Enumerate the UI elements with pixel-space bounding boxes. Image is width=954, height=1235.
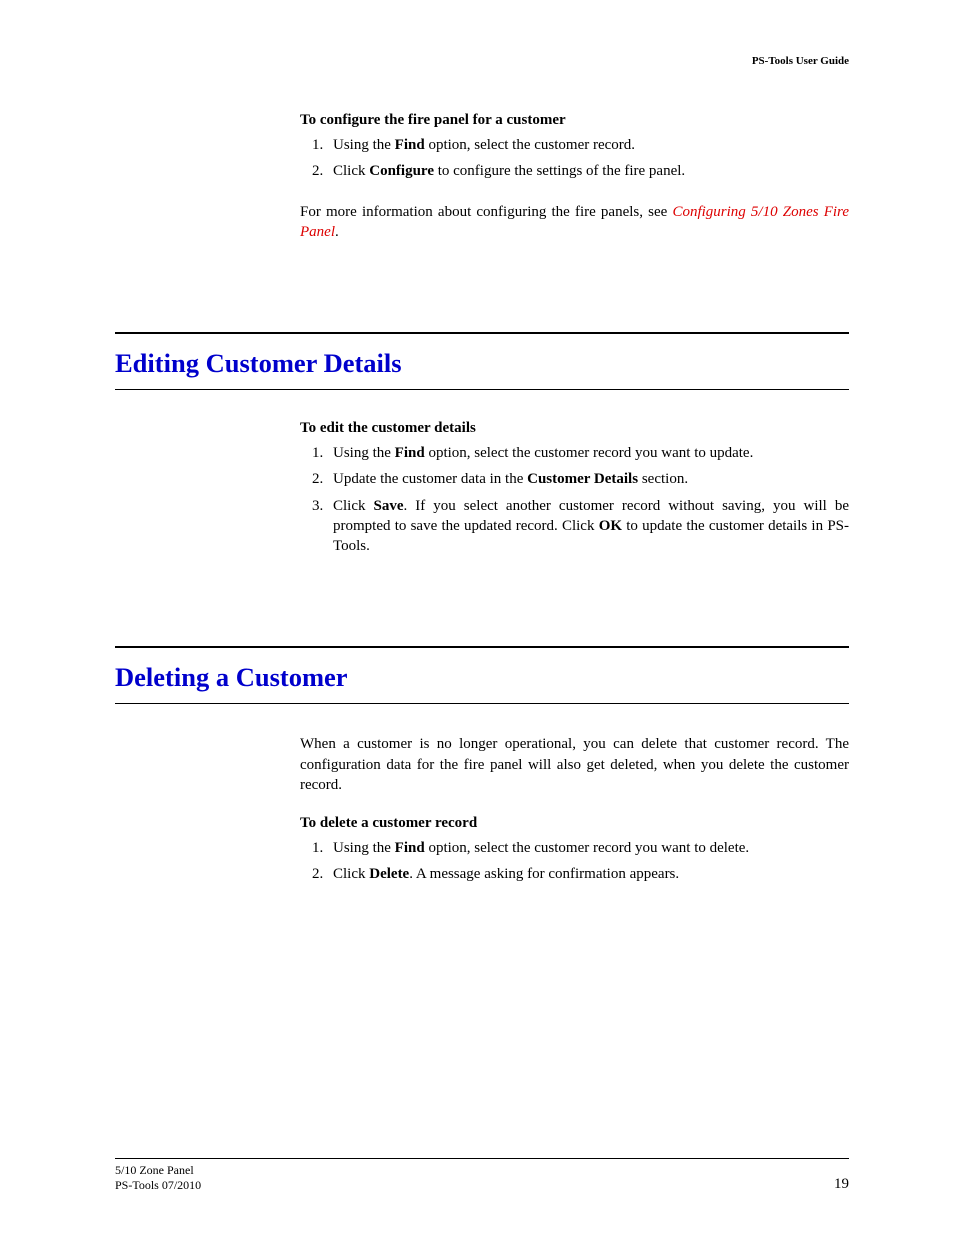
text: Click [333, 163, 369, 179]
text: Click [333, 498, 374, 514]
configure-bold: Configure [369, 163, 434, 179]
section-divider [115, 389, 849, 390]
footer-product: 5/10 Zone Panel [115, 1163, 194, 1177]
edit-subhead: To edit the customer details [300, 420, 849, 437]
text: Using the [333, 137, 395, 153]
text: option, select the customer record you w… [425, 445, 754, 461]
page-number: 19 [834, 1176, 849, 1193]
ok-bold: OK [599, 518, 622, 534]
edit-steps: Using the Find option, select the custom… [300, 443, 849, 556]
text: option, select the customer record. [425, 137, 635, 153]
list-item: Click Delete. A message asking for confi… [327, 864, 849, 884]
list-item: Using the Find option, select the custom… [327, 838, 849, 858]
delete-subhead: To delete a customer record [300, 815, 849, 832]
text: section. [638, 471, 688, 487]
configure-subhead: To configure the fire panel for a custom… [300, 112, 849, 129]
header-guide-title: PS-Tools User Guide [115, 55, 849, 67]
list-item: Click Configure to configure the setting… [327, 161, 849, 181]
delete-steps: Using the Find option, select the custom… [300, 838, 849, 885]
text: . A message asking for confirmation appe… [409, 866, 679, 882]
find-bold: Find [395, 445, 425, 461]
page-footer: 5/10 Zone Panel PS-Tools 07/2010 19 [115, 1158, 849, 1193]
configure-steps: Using the Find option, select the custom… [300, 135, 849, 182]
editing-customer-details-heading: Editing Customer Details [115, 348, 849, 379]
section-divider [115, 332, 849, 334]
more-info-paragraph: For more information about configuring t… [300, 202, 849, 243]
footer-rule [115, 1158, 849, 1159]
list-item: Using the Find option, select the custom… [327, 135, 849, 155]
find-bold: Find [395, 137, 425, 153]
text: . [335, 224, 339, 240]
find-bold: Find [395, 840, 425, 856]
list-item: Using the Find option, select the custom… [327, 443, 849, 463]
text: Update the customer data in the [333, 471, 527, 487]
text: Using the [333, 840, 395, 856]
text: Using the [333, 445, 395, 461]
delete-intro-paragraph: When a customer is no longer operational… [300, 734, 849, 795]
save-bold: Save [374, 498, 404, 514]
customer-details-bold: Customer Details [527, 471, 638, 487]
section-divider [115, 703, 849, 704]
list-item: Click Save. If you select another custom… [327, 496, 849, 557]
deleting-customer-heading: Deleting a Customer [115, 662, 849, 693]
text: For more information about configuring t… [300, 204, 672, 220]
list-item: Update the customer data in the Customer… [327, 469, 849, 489]
text: option, select the customer record you w… [425, 840, 749, 856]
footer-version: PS-Tools 07/2010 [115, 1178, 201, 1192]
text: to configure the settings of the fire pa… [434, 163, 685, 179]
delete-bold: Delete [369, 866, 409, 882]
section-divider [115, 646, 849, 648]
text: Click [333, 866, 369, 882]
